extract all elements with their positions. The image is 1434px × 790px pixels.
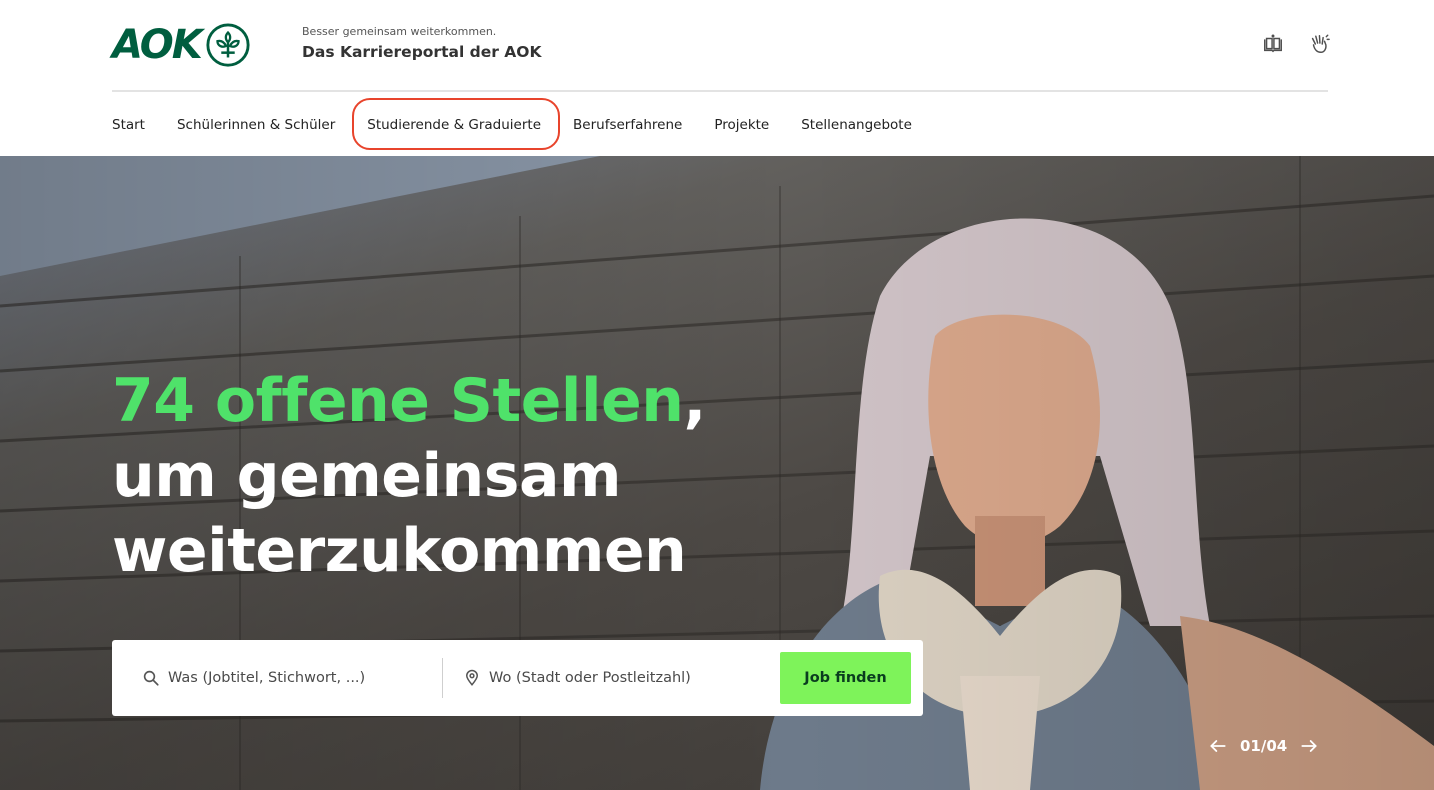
slide-counter: 01/04 [1240, 737, 1288, 755]
site-tagline: Besser gemeinsam weiterkommen. Das Karri… [302, 25, 542, 61]
search-icon [143, 670, 159, 686]
main-navigation: Start Schülerinnen & Schüler Studierende… [112, 98, 912, 150]
arrow-left-icon[interactable] [1208, 736, 1228, 756]
job-search-form: Job finden [112, 640, 923, 716]
nav-item-berufserfahrene[interactable]: Berufserfahrene [573, 107, 682, 143]
hero-headline: 74 offene Stellen, um gemeinsam weiterzu… [112, 364, 812, 589]
arrow-right-icon[interactable] [1299, 736, 1319, 756]
tagline-slogan: Besser gemeinsam weiterkommen. [302, 25, 497, 38]
sign-language-hand-icon[interactable] [1308, 33, 1330, 55]
job-finden-button[interactable]: Job finden [780, 652, 911, 704]
tagline-portal-title: Das Karriereportal der AOK [302, 43, 542, 61]
hero-slider: 74 offene Stellen, um gemeinsam weiterzu… [0, 156, 1434, 790]
job-search-where [443, 658, 779, 698]
slider-pager: 01/04 [1208, 736, 1319, 756]
logo-wordmark: AOK [112, 22, 203, 68]
aok-logo[interactable]: AOK [112, 20, 264, 70]
nav-item-start[interactable]: Start [112, 107, 145, 143]
nav-item-stellenangebote[interactable]: Stellenangebote [801, 107, 912, 143]
nav-item-schueler[interactable]: Schülerinnen & Schüler [177, 107, 335, 143]
job-search-what [112, 658, 443, 698]
job-title-input[interactable] [168, 670, 428, 686]
location-pin-icon [465, 669, 479, 686]
aok-tree-emblem-icon [206, 23, 250, 67]
location-input[interactable] [489, 670, 749, 686]
nav-item-studierende[interactable]: Studierende & Graduierte [352, 98, 560, 150]
site-header: AOK Besser gemeinsam weiterkommen. Das K… [0, 0, 1434, 156]
headline-highlight: 74 offene Stellen [112, 366, 684, 436]
header-divider [112, 90, 1328, 92]
accessibility-links [1262, 33, 1330, 55]
nav-item-projekte[interactable]: Projekte [714, 107, 769, 143]
easy-language-book-icon[interactable] [1262, 33, 1284, 55]
